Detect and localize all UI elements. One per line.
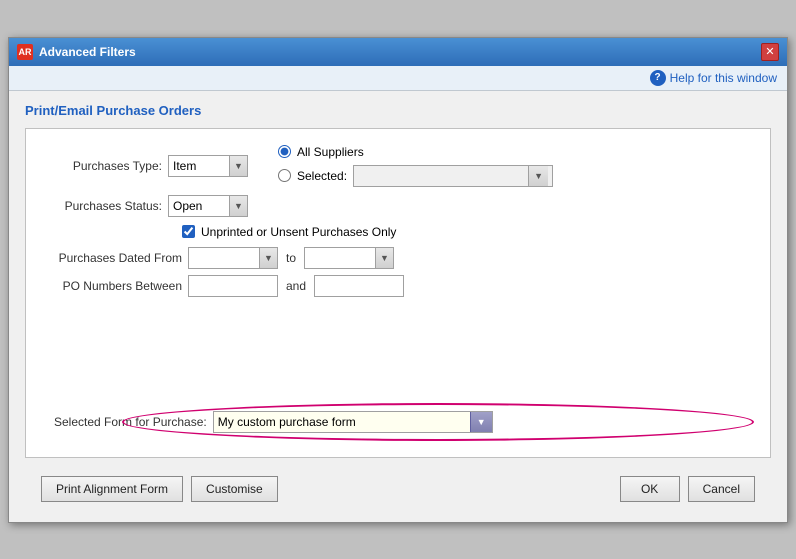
help-label: Help for this window — [670, 71, 777, 85]
dates-from-label: Purchases Dated From — [42, 251, 182, 265]
print-alignment-button[interactable]: Print Alignment Form — [41, 476, 183, 502]
selected-form-section: Selected Form for Purchase: My custom pu… — [42, 403, 754, 441]
dates-from-arrow[interactable]: ▼ — [259, 248, 277, 268]
selected-form-dropdown[interactable]: My custom purchase form ▼ — [213, 411, 493, 433]
purchases-status-label: Purchases Status: — [42, 199, 162, 213]
selected-form-label: Selected Form for Purchase: — [54, 415, 207, 429]
dates-to-input[interactable]: ▼ — [304, 247, 394, 269]
cancel-button[interactable]: Cancel — [688, 476, 755, 502]
selected-supplier-arrow[interactable]: ▼ — [528, 166, 548, 186]
title-bar: AR Advanced Filters ✕ — [9, 38, 787, 66]
unprinted-checkbox[interactable] — [182, 225, 195, 238]
purchases-type-arrow[interactable]: ▼ — [229, 156, 247, 176]
po-numbers-label: PO Numbers Between — [42, 279, 182, 293]
to-label: to — [286, 251, 296, 265]
po-numbers-to-input[interactable] — [314, 275, 404, 297]
purchases-status-row: Purchases Status: Open ▼ — [42, 195, 754, 217]
purchases-status-select[interactable]: Open ▼ — [168, 195, 248, 217]
purchases-type-label: Purchases Type: — [42, 159, 162, 173]
close-button[interactable]: ✕ — [761, 43, 779, 61]
dates-from-input[interactable]: ▼ — [188, 247, 278, 269]
title-bar-left: AR Advanced Filters — [17, 44, 136, 60]
spacer — [42, 303, 754, 383]
ok-button[interactable]: OK — [620, 476, 680, 502]
help-link[interactable]: ? Help for this window — [650, 70, 777, 86]
all-suppliers-label: All Suppliers — [297, 145, 364, 159]
po-numbers-from-input[interactable] — [188, 275, 278, 297]
unprinted-checkbox-row: Unprinted or Unsent Purchases Only — [182, 225, 754, 239]
bottom-buttons: Print Alignment Form Customise OK Cancel — [25, 468, 771, 510]
main-content: Purchases Type: Item ▼ All Suppliers Sel… — [25, 128, 771, 458]
and-label: and — [286, 279, 306, 293]
help-bar: ? Help for this window — [9, 66, 787, 91]
dates-from-row: Purchases Dated From ▼ to ▼ — [42, 247, 754, 269]
help-icon: ? — [650, 70, 666, 86]
supplier-radio-group: All Suppliers Selected: ▼ — [278, 145, 553, 187]
purchases-status-arrow[interactable]: ▼ — [229, 196, 247, 216]
unprinted-label: Unprinted or Unsent Purchases Only — [201, 225, 396, 239]
all-suppliers-row: All Suppliers — [278, 145, 553, 159]
selected-supplier-row: Selected: ▼ — [278, 165, 553, 187]
selected-supplier-label: Selected: — [297, 169, 347, 183]
right-buttons: OK Cancel — [620, 476, 755, 502]
selected-form-arrow[interactable]: ▼ — [470, 412, 492, 432]
purchases-type-select[interactable]: Item ▼ — [168, 155, 248, 177]
section-title: Print/Email Purchase Orders — [25, 103, 771, 118]
window-body: Print/Email Purchase Orders Purchases Ty… — [9, 91, 787, 522]
app-logo: AR — [17, 44, 33, 60]
customise-button[interactable]: Customise — [191, 476, 278, 502]
po-numbers-row: PO Numbers Between and — [42, 275, 754, 297]
all-suppliers-radio[interactable] — [278, 145, 291, 158]
selected-form-value: My custom purchase form — [218, 415, 466, 429]
dates-to-arrow[interactable]: ▼ — [375, 248, 393, 268]
purchases-type-value: Item — [173, 159, 225, 173]
main-window: AR Advanced Filters ✕ ? Help for this wi… — [8, 37, 788, 523]
window-title: Advanced Filters — [39, 45, 136, 59]
purchases-status-value: Open — [173, 199, 225, 213]
left-buttons: Print Alignment Form Customise — [41, 476, 278, 502]
selected-supplier-dropdown[interactable]: ▼ — [353, 165, 553, 187]
selected-supplier-radio[interactable] — [278, 169, 291, 182]
purchases-type-row: Purchases Type: Item ▼ All Suppliers Sel… — [42, 145, 754, 187]
dates-section: Purchases Dated From ▼ to ▼ PO Numbers B… — [42, 247, 754, 297]
